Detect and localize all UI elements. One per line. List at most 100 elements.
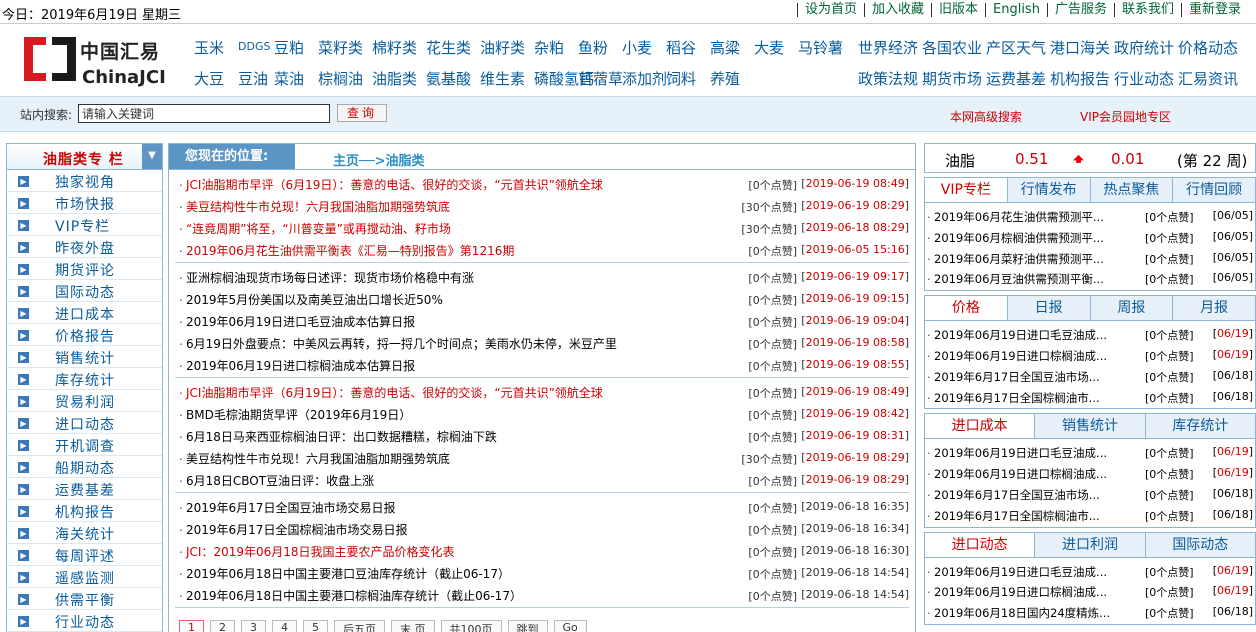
search-button[interactable]: 查询 — [337, 104, 387, 122]
nav-product-link[interactable]: 饲料 — [666, 68, 710, 89]
list-item-title[interactable]: 2019年06月19日进口棕榈油成... — [934, 584, 1110, 600]
news-row[interactable]: . 2019年06月18日中国主要港口棕榈油库存统计（截止06-17） [0个点赞]… — [175, 583, 909, 605]
list-item-title[interactable]: 2019年06月18日国内24度精炼... — [934, 605, 1110, 621]
nav-product-link[interactable]: 豆油 — [238, 68, 274, 89]
news-row[interactable]: . 6月18日CBOT豆油日评：收盘上涨 [0个点赞] [2019-06-19 08:… — [175, 468, 909, 490]
news-title[interactable]: 美豆结构性牛市兑现！六月我国油脂加期强势筑底 — [186, 198, 450, 215]
news-row[interactable]: . 2019年06月18日中国主要港口豆油库存统计（截止06-17） [0个点赞] [… — [175, 561, 909, 583]
link-old-version[interactable]: 旧版本 — [930, 3, 985, 17]
nav-topic-link[interactable]: 政府统计 — [1114, 37, 1178, 58]
nav-topic-link[interactable]: 期货市场 — [922, 68, 986, 89]
sidebar-item[interactable]: ▶ 销售统计 — [7, 346, 162, 368]
nav-product-link[interactable]: 豆粕 — [274, 37, 318, 58]
nav-topic-link[interactable]: 港口海关 — [1050, 37, 1114, 58]
tab[interactable]: 进口成本 — [925, 414, 1035, 439]
list-item[interactable]: . 2019年6月17日全国豆油市场... [0个点赞] [06/18] — [925, 483, 1255, 504]
news-title[interactable]: 6月18日CBOT豆油日评：收盘上涨 — [186, 472, 374, 489]
sidebar-item[interactable]: ▶ 机构报告 — [7, 500, 162, 522]
news-row[interactable]: . JCI：2019年06月18日我国主要农产品价格变化表 [0个点赞] [2019-… — [175, 539, 909, 561]
sidebar-item[interactable]: ▶ 进口动态 — [7, 412, 162, 434]
nav-topic-link[interactable]: 各国农业 — [922, 37, 986, 58]
tab[interactable]: 热点聚焦 — [1089, 178, 1173, 202]
news-row[interactable]: . 6月18日马来西亚棕榈油日评：出口数据糟糕，棕榈油下跌 [0个点赞] [2019-… — [175, 424, 909, 446]
list-item-title[interactable]: 2019年06月豆油供需预测平衡... — [934, 271, 1110, 287]
page-button[interactable]: 后五页 — [334, 620, 385, 632]
news-title[interactable]: 6月18日马来西亚棕榈油日评：出口数据糟糕，棕榈油下跌 — [186, 428, 497, 445]
nav-topic-link[interactable]: 价格动态 — [1178, 37, 1242, 58]
breadcrumb[interactable]: 主页──>油脂类 — [333, 150, 425, 169]
nav-product-link[interactable]: 添加剂 — [622, 68, 667, 89]
page-button[interactable]: 5 — [303, 620, 328, 632]
sidebar-item[interactable]: ▶ 价格报告 — [7, 324, 162, 346]
nav-product-link[interactable]: 玉米 — [194, 37, 238, 58]
page-button[interactable]: 末 页 — [391, 620, 435, 632]
list-item[interactable]: . 2019年06月19日进口棕榈油成... [0个点赞] [06/19] — [925, 580, 1255, 601]
news-row[interactable]: . 2019年5月份美国以及南美豆油出口增长近50% [0个点赞] [2019-06-… — [175, 287, 909, 309]
link-relogin[interactable]: 重新登录 — [1180, 3, 1248, 17]
nav-product-link[interactable]: 菜油 — [274, 68, 318, 89]
list-item-title[interactable]: 2019年06月19日进口棕榈油成... — [934, 348, 1110, 364]
list-item[interactable]: . 2019年06月豆油供需预测平衡... [0个点赞] [06/05] — [925, 267, 1255, 288]
vip-zone-link[interactable]: VIP会员园地专区 — [1080, 108, 1171, 125]
list-item[interactable]: . 2019年06月19日进口棕榈油成... [0个点赞] [06/19] — [925, 344, 1255, 365]
tab[interactable]: 行情回顾 — [1172, 178, 1255, 202]
nav-product-link[interactable]: 棕榈油 — [318, 68, 372, 89]
link-add-favorite[interactable]: 加入收藏 — [863, 3, 931, 17]
list-item-title[interactable]: 2019年6月17日全国豆油市场... — [934, 369, 1110, 385]
sidebar-item[interactable]: ▶ 每周评述 — [7, 544, 162, 566]
tab[interactable]: 进口动态 — [925, 532, 1035, 557]
news-title[interactable]: 2019年06月花生油供需平衡表《汇易—特别报告》第1216期 — [186, 242, 514, 259]
sidebar-item[interactable]: ▶ 昨夜外盘 — [7, 236, 162, 258]
news-title[interactable]: BMD毛棕油期货早评（2019年6月19日） — [186, 406, 411, 423]
sidebar-item[interactable]: ▶ 贸易利润 — [7, 390, 162, 412]
nav-product-link[interactable]: 杂粕 — [534, 37, 578, 58]
link-english[interactable]: English — [985, 3, 1047, 17]
sidebar-item[interactable]: ▶ 期货评论 — [7, 258, 162, 280]
nav-product-link[interactable]: 维生素 — [480, 68, 534, 89]
advanced-search-link[interactable]: 本网高级搜索 — [950, 108, 1022, 125]
tab[interactable]: 库存统计 — [1144, 414, 1255, 439]
list-item[interactable]: . 2019年6月17日全国棕榈油市... [0个点赞] [06/18] — [925, 386, 1255, 407]
sidebar-item[interactable]: ▶ 海关统计 — [7, 522, 162, 544]
nav-product-link[interactable]: 稻谷 — [666, 37, 710, 58]
list-item-title[interactable]: 2019年6月17日全国棕榈油市... — [934, 508, 1110, 524]
link-advertising[interactable]: 广告服务 — [1046, 3, 1114, 17]
nav-topic-link[interactable]: 世界经济 — [858, 37, 922, 58]
page-button[interactable]: 4 — [272, 620, 297, 632]
news-row[interactable]: . JCI油脂期市早评（6月19日）：善意的电话、很好的交谈，“元首共识”领航全球… — [175, 172, 909, 194]
page-button[interactable]: Go — [553, 620, 587, 632]
news-title[interactable]: JCI油脂期市早评（6月19日）：善意的电话、很好的交谈，“元首共识”领航全球 — [186, 384, 603, 401]
nav-topic-link[interactable]: 汇易资讯 — [1178, 68, 1242, 89]
tab[interactable]: 月报 — [1172, 296, 1255, 321]
list-item-title[interactable]: 2019年06月19日进口毛豆油成... — [934, 564, 1110, 580]
nav-product-link[interactable]: 高粱 — [710, 37, 754, 58]
list-item-title[interactable]: 2019年06月棕榈油供需预测平... — [934, 230, 1110, 246]
sidebar-item[interactable]: ▶ 独家视角 — [7, 170, 162, 192]
list-item[interactable]: . 2019年06月19日进口毛豆油成... [0个点赞] [06/19] — [925, 323, 1255, 344]
page-button[interactable]: 跳到 — [507, 620, 548, 632]
news-title[interactable]: 亚洲棕榈油现货市场每日述评：现货市场价格稳中有涨 — [186, 269, 474, 286]
chevron-down-icon[interactable]: ▼ — [142, 144, 162, 169]
nav-product-link[interactable]: 鱼粉 — [578, 37, 622, 58]
nav-product-link[interactable]: 大豆 — [194, 68, 238, 89]
tab[interactable]: 行情发布 — [1006, 178, 1090, 202]
nav-topic-link[interactable]: 运费基差 — [986, 68, 1050, 89]
list-item[interactable]: . 2019年6月17日全国豆油市场... [0个点赞] [06/18] — [925, 365, 1255, 386]
news-title[interactable]: 美豆结构性牛市兑现！六月我国油脂加期强势筑底 — [186, 450, 450, 467]
news-row[interactable]: . 2019年06月19日进口毛豆油成本估算日报 [0个点赞] [2019-06-19… — [175, 309, 909, 331]
tab[interactable]: 进口利润 — [1034, 532, 1145, 557]
tab[interactable]: 国际动态 — [1144, 532, 1255, 557]
link-contact[interactable]: 联系我们 — [1113, 3, 1181, 17]
news-title[interactable]: 2019年06月18日中国主要港口豆油库存统计（截止06-17） — [186, 565, 510, 582]
nav-product-link[interactable]: 大麦 — [754, 37, 798, 58]
list-item-title[interactable]: 2019年06月花生油供需预测平... — [934, 209, 1110, 225]
tab[interactable]: 日报 — [1006, 296, 1090, 321]
page-button[interactable]: 共100页 — [440, 620, 502, 632]
page-button[interactable]: 3 — [241, 620, 266, 632]
news-title[interactable]: 6月19日外盘要点：中美风云再转，捋一捋几个时间点；美雨水仍未停，米豆产里 — [186, 335, 617, 352]
list-item-title[interactable]: 2019年6月17日全国豆油市场... — [934, 487, 1110, 503]
site-logo[interactable]: 中国汇易 ChinaJCI — [22, 31, 172, 89]
sidebar-item[interactable]: ▶ 库存统计 — [7, 368, 162, 390]
nav-product-link[interactable]: 氨基酸 — [426, 68, 480, 89]
sidebar-item[interactable]: ▶ 运费基差 — [7, 478, 162, 500]
